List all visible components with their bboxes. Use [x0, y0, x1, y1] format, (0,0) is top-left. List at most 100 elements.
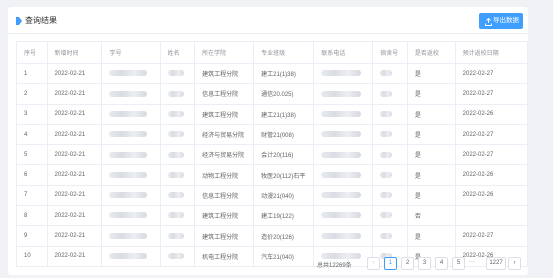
table-row[interactable]: 6 2022-02-21 动物工程分院 牧医20(112)石平 是 2022-02-26 [16, 164, 529, 186]
redacted-value [109, 212, 148, 219]
table-row[interactable]: 1 2022-02-21 建筑工程分院 建工21(1)38) 是 2022-02-27 [16, 62, 529, 85]
cell-dorm [372, 164, 408, 186]
cell-index: 5 [16, 144, 48, 166]
redacted-value [380, 110, 393, 117]
redacted-value [321, 151, 362, 158]
redacted-value [167, 110, 184, 117]
redacted-value [109, 151, 148, 158]
cell-name [159, 205, 196, 227]
table-row[interactable]: 3 2022-02-21 建筑工程分院 建工21(1)38) 是 2022-02-26 [16, 103, 529, 125]
cell-returned: 是 [406, 164, 456, 186]
cell-class: 建工21(1)38) [253, 62, 315, 85]
cell-returned: 是 [406, 62, 456, 85]
pagination-ellipsis[interactable]: ··· [469, 259, 475, 265]
cell-date: 2022-02-21 [46, 123, 103, 146]
last-page-button[interactable]: 1227 [486, 257, 506, 270]
cell-returned: 是 [406, 184, 456, 207]
redacted-value [109, 232, 148, 239]
upload-icon [485, 17, 492, 26]
cell-date: 2022-02-21 [46, 225, 103, 247]
table-row[interactable]: 4 2022-02-21 经济与贸易分院 财管21(008) 是 2022-02-27 [16, 123, 529, 146]
cell-dorm [372, 205, 408, 227]
redacted-value [321, 232, 362, 239]
cell-phone [313, 164, 374, 186]
pagination: 总共12269条 ‹ 1 2 3 4 5 ··· 1227 › [8, 257, 528, 271]
cell-college: 信息工程分院 [194, 83, 255, 105]
cell-phone [313, 184, 374, 207]
redacted-value [380, 90, 393, 97]
cell-class: 牧医20(112)石平 [253, 164, 315, 186]
prev-page-button[interactable]: ‹ [367, 257, 380, 270]
cell-phone [313, 144, 374, 166]
cell-dorm [372, 62, 408, 85]
cell-student-id [101, 62, 161, 85]
cell-index: 3 [16, 103, 48, 125]
cell-date: 2022-02-21 [46, 144, 103, 166]
table-row[interactable]: 7 2022-02-21 信息工程分院 动漫21(040) 是 2022-02-26 [16, 184, 529, 207]
redacted-value [380, 131, 393, 138]
cell-date: 2022-02-21 [46, 205, 103, 227]
cell-college: 动物工程分院 [194, 164, 255, 186]
redacted-value [380, 212, 393, 219]
cell-returned: 否 [406, 205, 456, 227]
cell-class: 财管21(008) [253, 123, 315, 146]
cell-student-id [101, 225, 161, 247]
cell-index: 9 [16, 225, 48, 247]
cell-student-id [101, 144, 161, 166]
redacted-value [321, 90, 362, 97]
column-header: 学号 [101, 41, 161, 64]
cell-dorm [372, 103, 408, 125]
cell-date: 2022-02-21 [46, 184, 103, 207]
cell-class: 造价20(126) [253, 225, 315, 247]
cell-dorm [372, 184, 408, 207]
page-5-button[interactable]: 5 [452, 257, 465, 270]
column-header: 预计返校日期 [454, 41, 529, 64]
table-header-row: 序号 新增时间 学号 姓名 所在学院 专业班级 联系电话 宿舍号 是否返校 预计返校日期 [16, 41, 529, 64]
column-header: 所在学院 [194, 41, 255, 64]
redacted-value [380, 171, 393, 178]
cell-index: 2 [16, 83, 48, 105]
page-4-button[interactable]: 4 [435, 257, 448, 270]
page-1-button[interactable]: 1 [384, 257, 397, 270]
table-row[interactable]: 2 2022-02-21 信息工程分院 通信20.025) 是 2022-02-27 [16, 83, 529, 105]
redacted-value [380, 70, 393, 77]
cell-return-date: 2022-02-27 [454, 123, 529, 146]
table-row[interactable]: 5 2022-02-21 经济与贸易分院 会计20(116) 是 2022-02-27 [16, 144, 529, 166]
column-header: 联系电话 [313, 41, 374, 64]
cell-phone [313, 123, 374, 146]
cell-name [159, 225, 196, 247]
cell-name [159, 164, 196, 186]
cell-return-date [454, 205, 529, 227]
cell-student-id [101, 83, 161, 105]
cell-date: 2022-02-21 [46, 164, 103, 186]
cell-dorm [372, 123, 408, 146]
cell-class: 通信20.025) [253, 83, 315, 105]
page-2-button[interactable]: 2 [401, 257, 414, 270]
page-3-button[interactable]: 3 [418, 257, 431, 270]
cell-class: 动漫21(040) [253, 184, 315, 207]
title-arrow-icon [16, 17, 22, 25]
card-header: 查询结果 导出数据 [8, 7, 528, 34]
cell-returned: 是 [406, 83, 456, 105]
redacted-value [321, 131, 362, 138]
column-header: 专业班级 [253, 41, 315, 64]
next-page-button[interactable]: › [508, 257, 521, 270]
cell-college: 建筑工程分院 [194, 205, 255, 227]
redacted-value [167, 90, 184, 97]
cell-student-id [101, 103, 161, 125]
column-header: 新增时间 [46, 41, 103, 64]
redacted-value [167, 151, 184, 158]
cell-name [159, 144, 196, 166]
table-row[interactable]: 9 2022-02-21 建筑工程分院 造价20(126) 是 2022-02-27 [16, 225, 529, 247]
cell-index: 1 [16, 62, 48, 85]
column-header: 序号 [16, 41, 48, 64]
redacted-value [380, 232, 393, 239]
table-body: 1 2022-02-21 建筑工程分院 建工21(1)38) 是 2022-02-27 2 2… [16, 62, 529, 267]
cell-student-id [101, 164, 161, 186]
cell-dorm [372, 83, 408, 105]
cell-student-id [101, 123, 161, 146]
cell-college: 经济与贸易分院 [194, 144, 255, 166]
export-button[interactable]: 导出数据 [479, 13, 523, 29]
table-row[interactable]: 8 2022-02-21 建筑工程分院 建工19(122) 否 [16, 205, 529, 227]
cell-name [159, 103, 196, 125]
